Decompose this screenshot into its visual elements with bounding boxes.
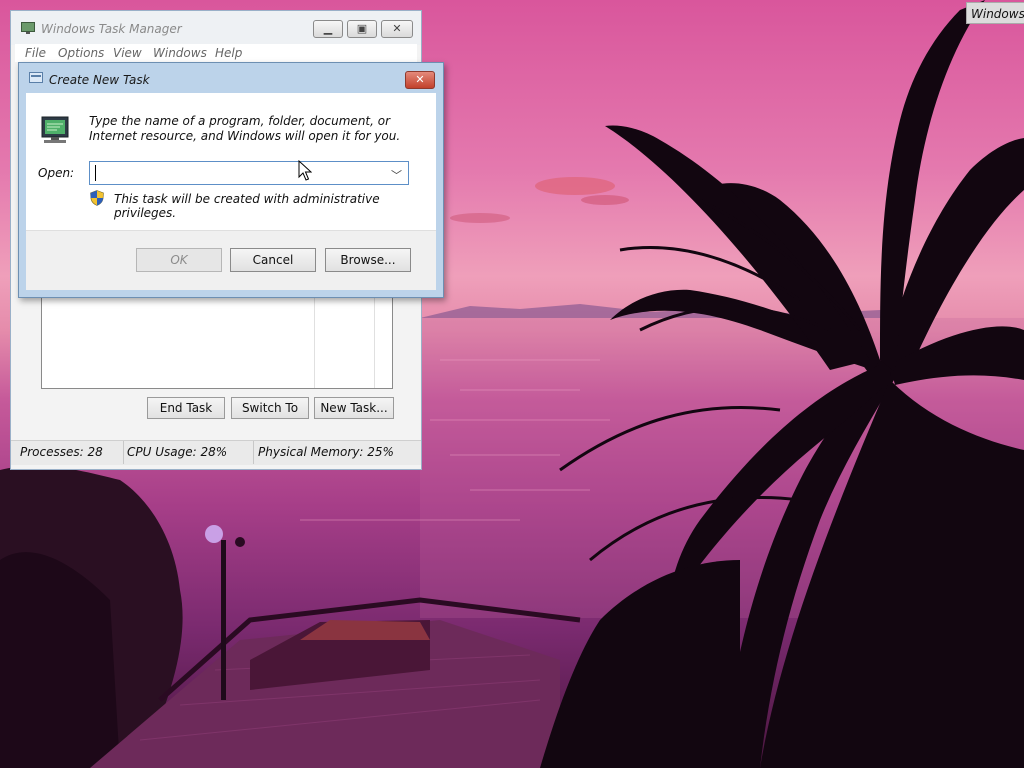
mouse-cursor-icon (298, 159, 313, 182)
create-new-task-dialog: Create New Task ✕ Type the name of a pro… (18, 62, 444, 298)
task-manager-titlebar[interactable]: Windows Task Manager ▁ ▣ ✕ (11, 11, 421, 45)
maximize-button[interactable]: ▣ (347, 20, 377, 38)
browse-button[interactable]: Browse... (325, 248, 411, 272)
uac-shield-icon (90, 190, 104, 206)
minimize-button[interactable]: ▁ (313, 20, 343, 38)
computer-icon (38, 115, 72, 145)
menu-options[interactable]: Options (58, 46, 104, 60)
dialog-instruction: Type the name of a program, folder, docu… (89, 114, 401, 143)
ok-button[interactable]: OK (136, 248, 222, 272)
cancel-button[interactable]: Cancel (230, 248, 316, 272)
task-manager-close-button[interactable]: ✕ (381, 20, 413, 38)
run-icon (29, 72, 43, 83)
dialog-titlebar[interactable]: Create New Task ✕ (19, 63, 443, 93)
open-label: Open: (38, 166, 75, 180)
dialog-button-area: OK Cancel Browse... (26, 230, 436, 290)
list-column-divider (374, 298, 375, 388)
windows-label-tab[interactable]: Windows S (966, 2, 1024, 24)
close-icon: ✕ (392, 22, 402, 35)
maximize-icon: ▣ (356, 22, 368, 35)
task-manager-statusbar: Processes: 28 CPU Usage: 28% Physical Me… (11, 440, 421, 465)
task-manager-title: Windows Task Manager (41, 22, 182, 36)
chevron-down-icon[interactable]: ﹀ (391, 167, 402, 183)
text-caret (95, 165, 96, 181)
dialog-body: Type the name of a program, folder, docu… (26, 93, 436, 290)
status-physical-memory: Physical Memory: 25% (258, 445, 394, 459)
list-column-divider (314, 298, 315, 388)
new-task-button[interactable]: New Task... (314, 397, 394, 419)
end-task-button[interactable]: End Task (147, 397, 225, 419)
applications-list[interactable] (41, 297, 393, 389)
dialog-title: Create New Task (49, 73, 150, 87)
menu-windows[interactable]: Windows (153, 46, 207, 60)
dialog-close-button[interactable]: ✕ (405, 71, 435, 89)
open-input[interactable] (93, 164, 383, 182)
monitor-icon (21, 22, 35, 34)
admin-privileges-note: This task will be created with administr… (114, 192, 380, 220)
menu-help[interactable]: Help (215, 46, 242, 60)
status-processes: Processes: 28 (11, 441, 124, 464)
task-manager-menubar: File Options View Windows Help (15, 44, 417, 62)
menu-view[interactable]: View (113, 46, 142, 60)
open-combobox[interactable]: ﹀ (89, 161, 409, 185)
close-icon: ✕ (415, 73, 425, 86)
minimize-icon: ▁ (323, 22, 333, 35)
switch-to-button[interactable]: Switch To (231, 397, 309, 419)
status-cpu-usage: CPU Usage: 28% (118, 441, 254, 464)
menu-file[interactable]: File (25, 46, 46, 60)
